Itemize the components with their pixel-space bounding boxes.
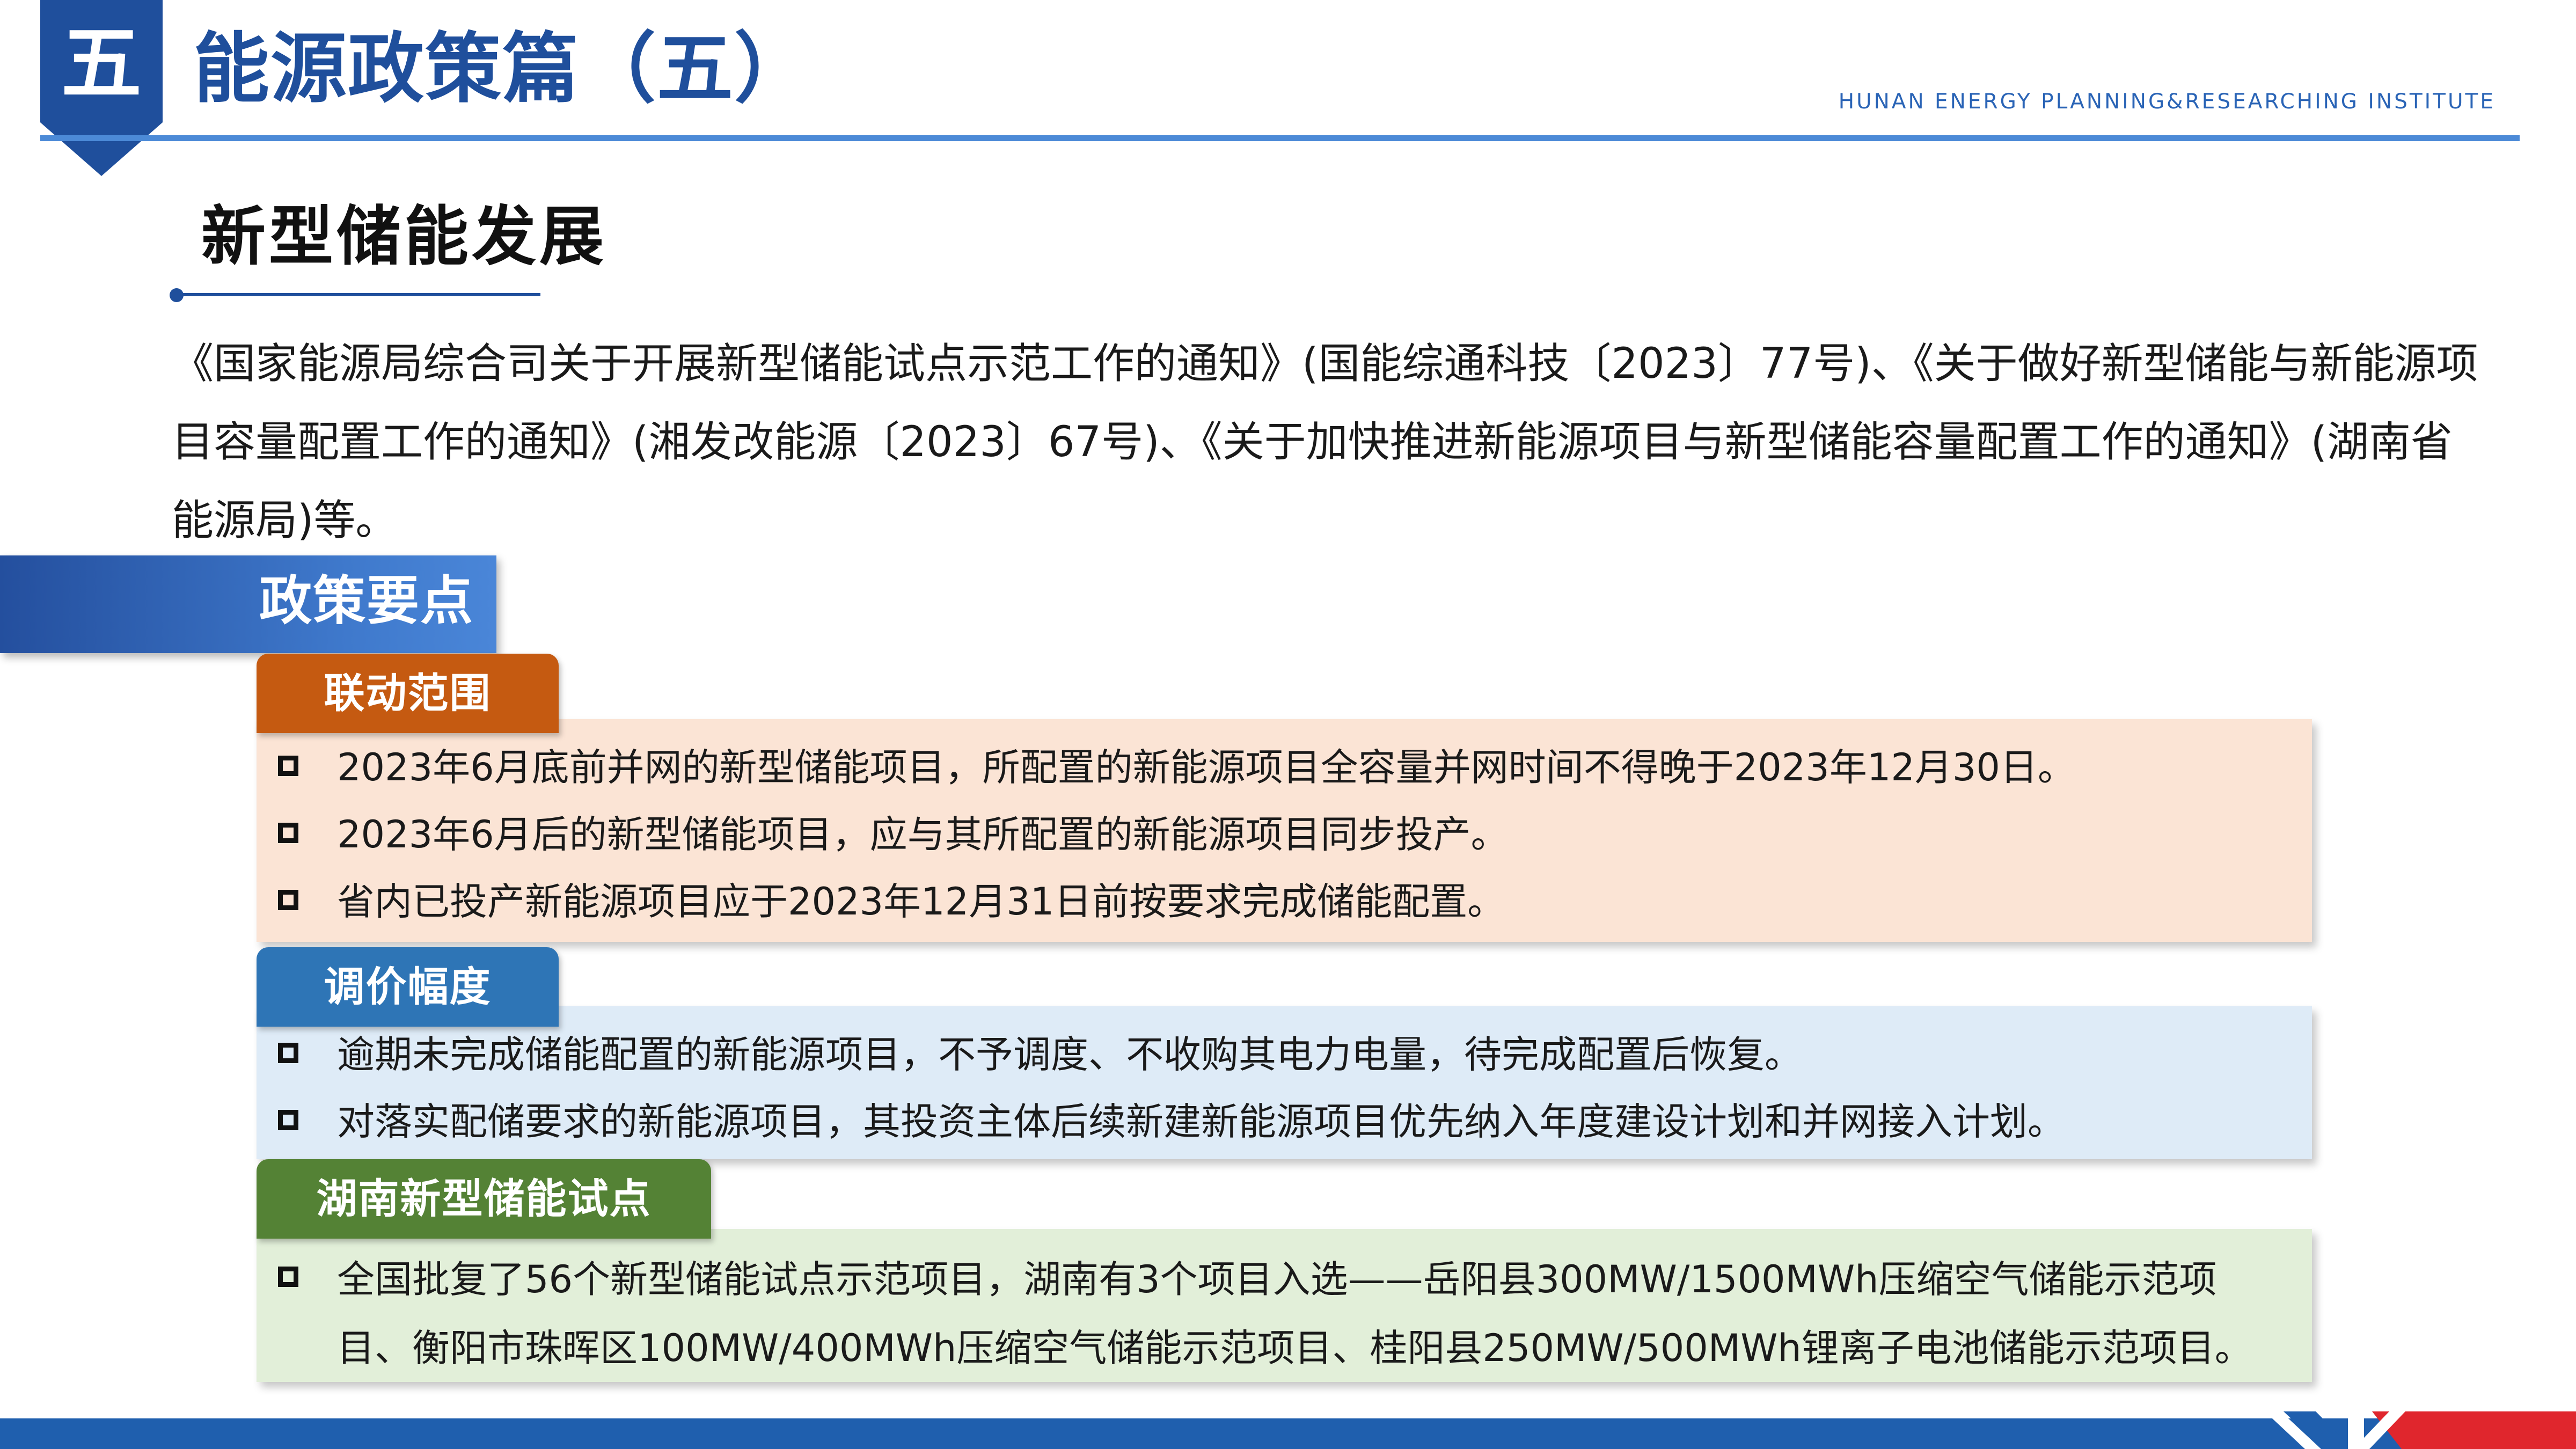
square-bullet-icon [278, 1110, 298, 1130]
list-item-text: 全国批复了56个新型储能试点示范项目，湖南有3个项目入选——岳阳县300MW/1… [337, 1257, 2252, 1370]
list-item-text: 逾期未完成储能配置的新能源项目，不予调度、不收购其电力电量，待完成配置后恢复。 [337, 1033, 1802, 1077]
section-title: 新型储能发展 [201, 200, 607, 274]
header-divider [40, 135, 2520, 141]
footer-chevron-decoration [2265, 1411, 2576, 1449]
list-item: 对落实配储要求的新能源项目，其投资主体后续新建新能源项目优先纳入年度建设计划和并… [278, 1088, 2280, 1155]
hunan-storage-pilot-tag: 湖南新型储能试点 [257, 1159, 711, 1239]
policy-key-points-banner: 政策要点 [0, 555, 496, 653]
footer-chevron-icon [2265, 1411, 2576, 1449]
chapter-number: 五 [61, 17, 142, 111]
linkage-scope-tag: 联动范围 [257, 654, 559, 733]
square-bullet-icon [278, 1267, 298, 1287]
square-bullet-icon [278, 890, 298, 910]
list-item-text: 2023年6月后的新型储能项目，应与其所配置的新能源项目同步投产。 [337, 813, 1509, 857]
institute-name: HUNAN ENERGY PLANNING&RESEARCHING INSTIT… [1838, 90, 2496, 114]
list-item: 省内已投产新能源项目应于2023年12月31日前按要求完成储能配置。 [278, 868, 2280, 935]
section-underline-dot [170, 288, 184, 302]
policy-key-points-label: 政策要点 [259, 570, 474, 632]
linkage-scope-box: 2023年6月底前并网的新型储能项目，所配置的新能源项目全容量并网时间不得晚于2… [257, 719, 2312, 942]
list-item: 逾期未完成储能配置的新能源项目，不予调度、不收购其电力电量，待完成配置后恢复。 [278, 1021, 2280, 1088]
list-item: 全国批复了56个新型储能试点示范项目，湖南有3个项目入选——岳阳县300MW/1… [278, 1245, 2280, 1382]
list-item: 2023年6月后的新型储能项目，应与其所配置的新能源项目同步投产。 [278, 801, 2280, 868]
section-underline [178, 293, 540, 296]
footer-bar [0, 1418, 2576, 1449]
price-adjustment-tag: 调价幅度 [257, 947, 559, 1027]
square-bullet-icon [278, 823, 298, 843]
list-item-text: 对落实配储要求的新能源项目，其投资主体后续新建新能源项目优先纳入年度建设计划和并… [337, 1100, 2065, 1144]
square-bullet-icon [278, 756, 298, 776]
list-item-text: 2023年6月底前并网的新型储能项目，所配置的新能源项目全容量并网时间不得晚于2… [337, 745, 2075, 789]
square-bullet-icon [278, 1043, 298, 1063]
price-adjustment-box: 逾期未完成储能配置的新能源项目，不予调度、不收购其电力电量，待完成配置后恢复。 … [257, 1006, 2312, 1159]
list-item-text: 省内已投产新能源项目应于2023年12月31日前按要求完成储能配置。 [337, 880, 1505, 924]
page-title: 能源政策篇（五） [193, 25, 811, 113]
list-item: 2023年6月底前并网的新型储能项目，所配置的新能源项目全容量并网时间不得晚于2… [278, 734, 2280, 801]
policy-intro-paragraph: 《国家能源局综合司关于开展新型储能试点示范工作的通知》(国能综通科技〔2023〕… [172, 340, 2478, 545]
hunan-storage-pilot-box: 全国批复了56个新型储能试点示范项目，湖南有3个项目入选——岳阳县300MW/1… [257, 1229, 2312, 1382]
